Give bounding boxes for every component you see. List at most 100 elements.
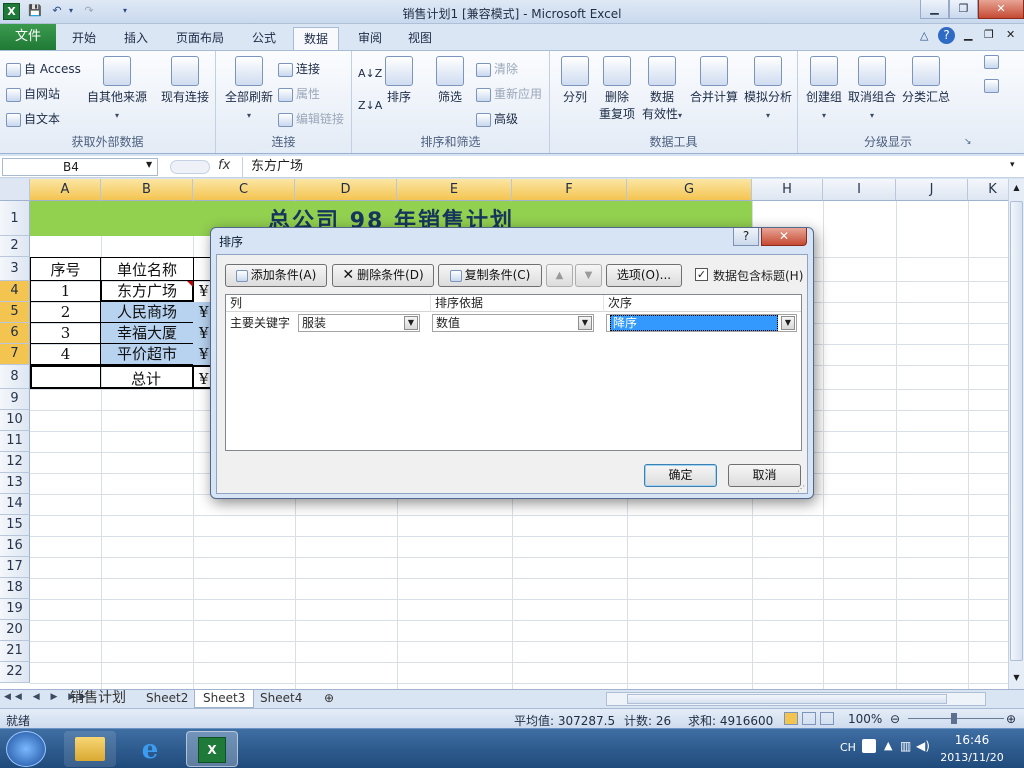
row-header[interactable]: 17 bbox=[0, 557, 30, 578]
what-if-analysis-button[interactable]: 模拟分析 ▾ bbox=[742, 56, 794, 124]
scroll-up-icon[interactable]: ▲ bbox=[1010, 181, 1023, 195]
clock-time[interactable]: 16:46 bbox=[938, 733, 1006, 747]
row-header[interactable]: 10 bbox=[0, 410, 30, 431]
column-header[interactable]: E bbox=[397, 179, 512, 201]
sheet-tab-active[interactable]: Sheet3 bbox=[194, 690, 255, 708]
expand-formula-bar-icon[interactable]: ▾ bbox=[1010, 160, 1015, 170]
excel-taskbar-icon[interactable]: X bbox=[186, 731, 238, 767]
tab-formulas[interactable]: 公式 bbox=[242, 27, 286, 50]
column-header[interactable]: B bbox=[101, 179, 193, 201]
name-box[interactable]: B4 bbox=[2, 158, 158, 176]
tab-view[interactable]: 视图 bbox=[398, 27, 442, 50]
subtotal-button[interactable]: 分类汇总 bbox=[900, 56, 952, 106]
volume-icon[interactable]: ◀) bbox=[916, 739, 930, 753]
dropdown-arrow-icon[interactable]: ▼ bbox=[781, 316, 795, 330]
tab-data[interactable]: 数据 bbox=[293, 27, 340, 50]
zoom-in-icon[interactable]: ⊕ bbox=[1006, 712, 1016, 726]
column-header[interactable]: I bbox=[823, 179, 896, 201]
network-icon[interactable]: ▥ bbox=[900, 739, 911, 753]
page-break-view-icon[interactable] bbox=[820, 712, 834, 725]
column-header[interactable]: H bbox=[752, 179, 823, 201]
name-box-dropdown-icon[interactable]: ▼ bbox=[146, 160, 152, 169]
horizontal-scrollbar[interactable] bbox=[606, 692, 986, 706]
data-validation-button[interactable]: 数据 有效性▾ bbox=[640, 56, 684, 124]
row-header[interactable]: 20 bbox=[0, 620, 30, 641]
workbook-restore-icon[interactable]: ❐ bbox=[984, 28, 994, 41]
row-header[interactable]: 7 bbox=[0, 344, 30, 365]
sort-ascending-button[interactable]: A↓Z bbox=[358, 67, 382, 80]
formula-input[interactable]: 东方广场 bbox=[242, 157, 1006, 177]
sort-button[interactable]: 排序 bbox=[384, 56, 414, 106]
from-access-button[interactable]: 自 Access bbox=[6, 60, 81, 77]
vertical-scrollbar[interactable]: ▲ ▼ bbox=[1008, 179, 1024, 689]
row-header[interactable]: 1 bbox=[0, 201, 30, 236]
table-cell[interactable]: 幸福大厦 bbox=[100, 323, 194, 344]
row-header[interactable]: 22 bbox=[0, 662, 30, 683]
dialog-launcher-icon[interactable]: ↘ bbox=[964, 137, 972, 147]
scroll-down-icon[interactable]: ▼ bbox=[1010, 671, 1023, 685]
header-checkbox[interactable]: ✓ bbox=[695, 268, 708, 281]
edit-links-button[interactable]: 编辑链接 bbox=[278, 110, 344, 127]
from-other-sources-button[interactable]: 自其他来源 ▾ bbox=[86, 56, 148, 124]
row-header[interactable]: 4 bbox=[0, 281, 30, 302]
header-cell[interactable]: 序号 bbox=[30, 257, 101, 281]
ok-button[interactable]: 确定 bbox=[644, 464, 717, 487]
existing-connections-button[interactable]: 现有连接 bbox=[158, 56, 212, 106]
minimize-button[interactable]: ▁ bbox=[920, 0, 949, 19]
sheet-tab[interactable]: Sheet4 bbox=[252, 690, 310, 708]
help-icon[interactable]: ? bbox=[938, 27, 955, 44]
row-header[interactable]: 11 bbox=[0, 431, 30, 452]
column-header[interactable]: K bbox=[968, 179, 1008, 201]
tab-insert[interactable]: 插入 bbox=[114, 27, 158, 50]
scroll-thumb[interactable] bbox=[1010, 201, 1023, 661]
restore-button[interactable]: ❐ bbox=[949, 0, 978, 19]
insert-sheet-icon[interactable]: ⊕ bbox=[316, 690, 342, 708]
row-header[interactable]: 15 bbox=[0, 515, 30, 536]
tab-file[interactable]: 文件 bbox=[0, 24, 56, 50]
table-cell[interactable]: 2 bbox=[30, 302, 101, 323]
consolidate-button[interactable]: 合并计算 bbox=[688, 56, 740, 106]
row-header[interactable]: 13 bbox=[0, 473, 30, 494]
resize-grip-icon[interactable]: ⋰ bbox=[797, 484, 805, 493]
zoom-slider-thumb[interactable] bbox=[951, 713, 957, 724]
column-header[interactable]: J bbox=[896, 179, 968, 201]
workbook-close-icon[interactable]: ✕ bbox=[1006, 28, 1015, 41]
row-header[interactable]: 16 bbox=[0, 536, 30, 557]
tab-home[interactable]: 开始 bbox=[62, 27, 106, 50]
page-layout-view-icon[interactable] bbox=[802, 712, 816, 725]
from-text-button[interactable]: 自文本 bbox=[6, 110, 60, 127]
move-up-button[interactable]: ▲ bbox=[546, 264, 573, 287]
ungroup-button[interactable]: 取消组合 ▾ bbox=[846, 56, 898, 124]
insert-function-icon[interactable]: fx bbox=[218, 158, 230, 173]
column-combo[interactable]: 服装 ▼ bbox=[298, 314, 420, 332]
row-header[interactable]: 12 bbox=[0, 452, 30, 473]
sort-on-combo[interactable]: 数值 ▼ bbox=[432, 314, 594, 332]
table-cell[interactable]: 1 bbox=[30, 281, 101, 302]
dialog-help-button[interactable]: ? bbox=[733, 228, 759, 246]
advanced-filter-button[interactable]: 高级 bbox=[476, 110, 518, 127]
row-header[interactable]: 19 bbox=[0, 599, 30, 620]
workbook-minimize-icon[interactable]: ▁ bbox=[964, 28, 972, 41]
language-indicator[interactable]: CH bbox=[840, 741, 856, 754]
tab-review[interactable]: 审阅 bbox=[348, 27, 392, 50]
select-all-corner[interactable] bbox=[0, 179, 30, 201]
tab-page-layout[interactable]: 页面布局 bbox=[166, 27, 234, 50]
explorer-taskbar-icon[interactable] bbox=[64, 731, 116, 767]
start-button[interactable] bbox=[6, 731, 46, 767]
row-header[interactable]: 6 bbox=[0, 323, 30, 344]
filter-button[interactable]: 筛选 bbox=[432, 56, 468, 106]
row-header[interactable]: 2 bbox=[0, 236, 30, 257]
dropdown-arrow-icon[interactable]: ▼ bbox=[578, 316, 592, 330]
keyboard-icon[interactable] bbox=[862, 739, 876, 753]
copy-level-button[interactable]: 复制条件(C) bbox=[438, 264, 542, 287]
connections-button[interactable]: 连接 bbox=[278, 60, 320, 77]
ie-taskbar-icon[interactable]: e bbox=[124, 731, 176, 767]
move-down-button[interactable]: ▼ bbox=[575, 264, 602, 287]
column-header[interactable]: D bbox=[295, 179, 397, 201]
remove-duplicates-button[interactable]: 删除 重复项 bbox=[596, 56, 638, 123]
active-cell[interactable]: 东方广场 bbox=[100, 281, 194, 302]
normal-view-icon[interactable] bbox=[784, 712, 798, 725]
tray-expand-icon[interactable]: ▲ bbox=[884, 739, 892, 752]
cancel-button[interactable]: 取消 bbox=[728, 464, 801, 487]
delete-level-button[interactable]: ✕ 删除条件(D) bbox=[332, 264, 434, 287]
